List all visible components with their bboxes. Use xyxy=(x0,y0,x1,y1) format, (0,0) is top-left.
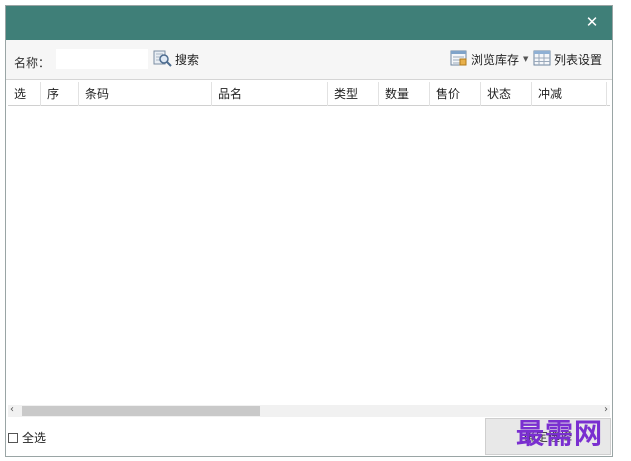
browse-inventory-label: 浏览库存 xyxy=(471,52,520,67)
column-header-type[interactable]: 类型 xyxy=(328,82,379,106)
column-header-index[interactable]: 序 xyxy=(41,82,79,106)
column-header-quantity[interactable]: 数量 xyxy=(379,82,430,106)
column-header-status[interactable]: 状态 xyxy=(481,82,532,106)
scroll-left-icon[interactable]: ‹ xyxy=(10,404,14,415)
search-button-label: 搜索 xyxy=(175,52,200,67)
column-header-select[interactable]: 选 xyxy=(8,82,41,106)
column-settings-label: 列表设置 xyxy=(554,52,603,67)
search-button[interactable]: 搜索 xyxy=(151,48,199,70)
column-header-price[interactable]: 售价 xyxy=(430,82,481,106)
confirm-selection-button[interactable]: 确定选择 xyxy=(485,418,611,455)
search-icon xyxy=(151,48,173,71)
table-header: 选 序 条码 品名 类型 数量 售价 状态 冲减 xyxy=(8,82,610,106)
dialog-titlebar: ✕ xyxy=(6,6,612,40)
table-body xyxy=(8,107,610,403)
column-settings-button[interactable]: 列表设置 xyxy=(533,48,602,70)
name-search-input[interactable] xyxy=(56,49,148,69)
select-all-control[interactable]: 全选 xyxy=(8,429,46,446)
dropdown-arrow-icon[interactable]: ▼ xyxy=(523,55,528,63)
browse-inventory-button[interactable]: 浏览库存 ▼ xyxy=(450,48,528,70)
inventory-icon xyxy=(450,49,468,70)
horizontal-scrollbar[interactable]: ‹ › xyxy=(8,404,610,417)
close-icon[interactable]: ✕ xyxy=(582,12,602,32)
select-all-checkbox[interactable] xyxy=(8,432,18,443)
select-all-label: 全选 xyxy=(22,431,47,445)
scrollbar-thumb[interactable] xyxy=(22,406,260,416)
name-label: 名称： xyxy=(14,56,51,70)
product-select-dialog: ✕ 名称： 搜索 浏览库存 ▼ 列表设置 选 序 条码 品名 类型 数量 售价 … xyxy=(5,5,613,457)
dialog-footer: 全选 确定选择 xyxy=(6,417,612,456)
column-header-product-name[interactable]: 品名 xyxy=(212,82,328,106)
scroll-right-icon[interactable]: › xyxy=(604,404,608,415)
table-settings-icon xyxy=(533,50,551,69)
column-header-barcode[interactable]: 条码 xyxy=(79,82,212,106)
column-header-offset[interactable]: 冲减 xyxy=(532,82,607,106)
toolbar: 名称： 搜索 浏览库存 ▼ 列表设置 xyxy=(6,40,612,80)
